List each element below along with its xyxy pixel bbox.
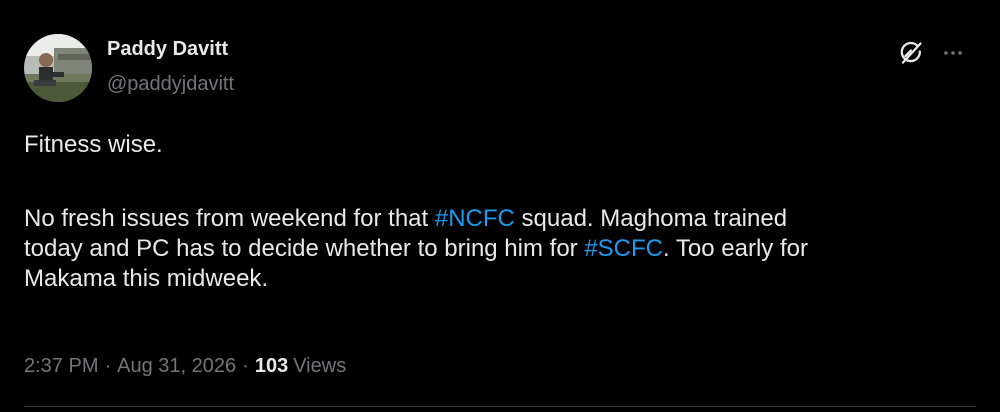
avatar-image — [24, 34, 92, 102]
author-handle[interactable]: @paddyjdavitt — [107, 73, 234, 96]
tweet-line-2: No fresh issues from weekend for that #N… — [24, 204, 979, 234]
tweet-date[interactable]: Aug 31, 2026 — [117, 355, 236, 377]
hashtag-ncfc-link[interactable]: #NCFC — [435, 205, 515, 232]
tweet-line-3: today and PC has to decide whether to br… — [24, 234, 979, 264]
tweet: Paddy Davitt @paddyjdavitt Fitness wise.… — [0, 0, 1000, 412]
tweet-line-1: Fitness wise. — [24, 131, 163, 158]
tweet-line-4: Makama this midweek. — [24, 265, 269, 292]
avatar[interactable] — [24, 34, 92, 102]
tweet-time[interactable]: 2:37 PM — [24, 355, 98, 377]
tweet-text: Fitness wise. No fresh issues from weeke… — [24, 130, 979, 294]
more-icon[interactable] — [940, 40, 966, 66]
tweet-text-segment: today and PC has to decide whether to br… — [24, 235, 585, 262]
meta-separator: · — [104, 355, 112, 377]
divider — [24, 406, 976, 407]
meta-separator: · — [242, 355, 249, 377]
tweet-text-segment: squad. Maghoma trained — [514, 205, 788, 232]
tweet-meta: 2:37 PM · Aug 31, 2026 · 103 Views — [24, 355, 346, 378]
author-name[interactable]: Paddy Davitt — [107, 38, 228, 61]
views-count: 103 — [254, 355, 289, 377]
views-label: Views — [293, 355, 347, 377]
grok-icon[interactable] — [898, 40, 924, 66]
hashtag-scfc-link[interactable]: #SCFC — [584, 235, 663, 262]
tweet-text-segment: . Too early for — [663, 235, 808, 262]
tweet-text-segment: No fresh issues from weekend for that — [24, 205, 435, 232]
